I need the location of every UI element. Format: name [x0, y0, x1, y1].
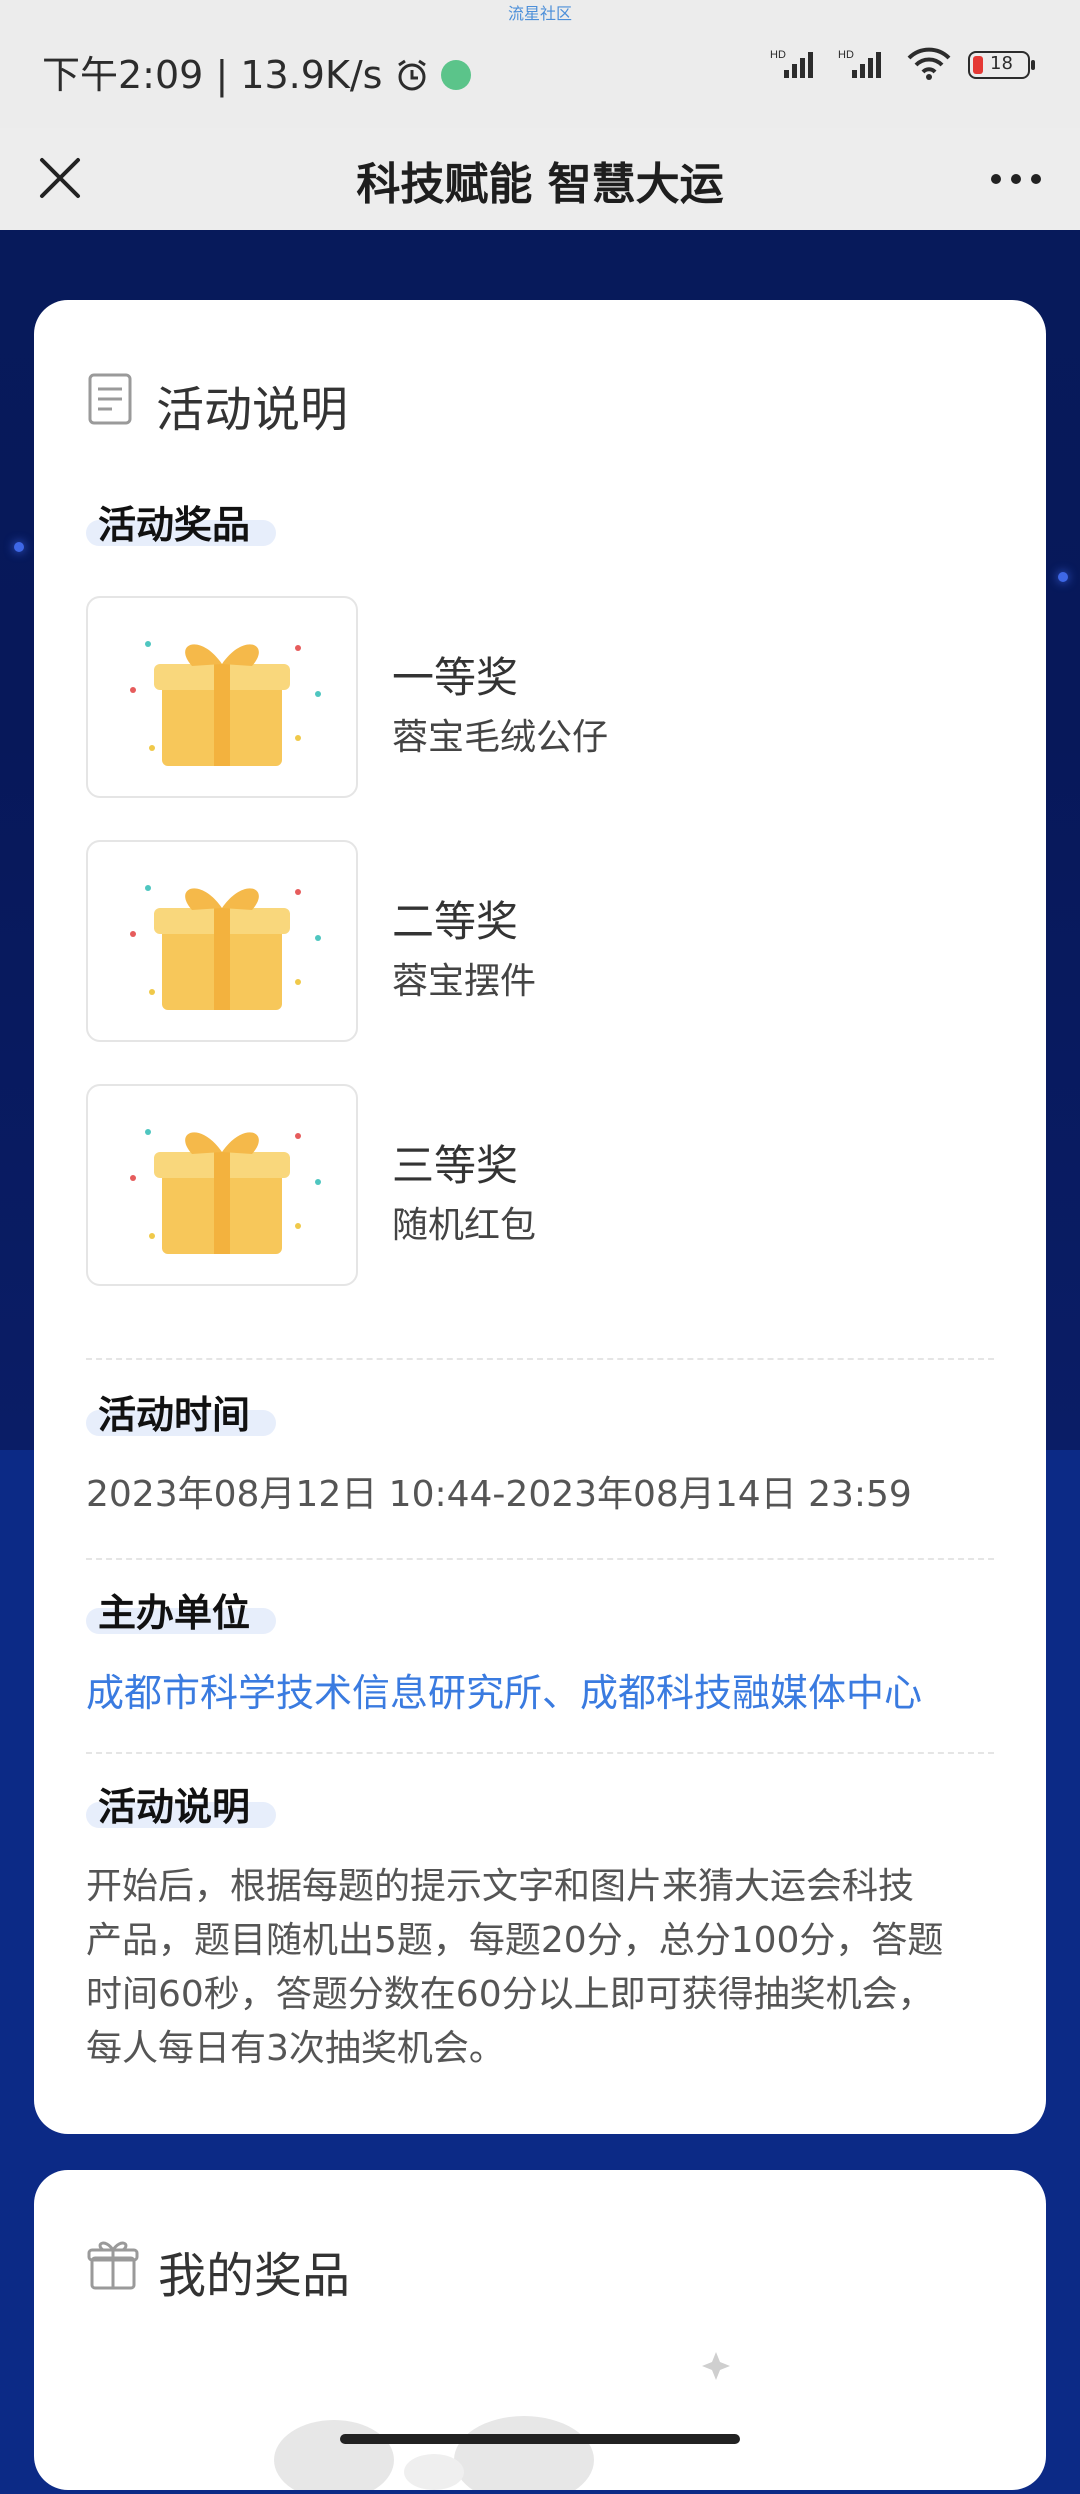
app-notification-icon [440, 60, 471, 90]
signal-icon-1: HD [770, 46, 822, 84]
glow-dot-right [1058, 572, 1068, 582]
prize-desc: 蓉宝毛绒公仔 [392, 717, 609, 758]
my-prizes-title: 我的奖品 [158, 2248, 351, 2304]
prize-item-3: 三等奖 随机红包 [86, 1084, 986, 1286]
description-line: 每人每日有3次抽奖机会。 [86, 2028, 505, 2069]
svg-text:HD: HD [838, 49, 854, 61]
description-line: 开始后，根据每题的提示文字和图片来猜大运会科技 [86, 1866, 915, 1907]
description-header-label: 活动说明 [98, 1785, 251, 1829]
gift-box-icon [130, 1129, 321, 1254]
organizer-text: 成都市科学技术信息研究所、成都科技融媒体中心 [86, 1671, 923, 1715]
glow-dot-left [14, 542, 24, 552]
prize-image [86, 840, 358, 1042]
description-header: 活动说明 [86, 1776, 276, 1829]
svg-text:HD: HD [770, 49, 786, 61]
page-title: 科技赋能 智慧大运 [356, 159, 724, 210]
prize-desc: 蓉宝摆件 [392, 961, 537, 1002]
prize-item-1: 一等奖 蓉宝毛绒公仔 [86, 596, 986, 798]
prize-image [86, 1084, 358, 1286]
description-line: 产品，题目随机出5题，每题20分，总分100分，答题 [86, 1920, 944, 1961]
gift-box-icon [130, 885, 321, 1010]
status-time: 下午2:09 | 13.9K/s [42, 44, 471, 99]
activity-card: 活动说明 活动奖品 一等奖 蓉宝毛绒公仔 二等奖 蓉宝摆件 三等奖 随机红包 活… [34, 300, 1046, 2134]
more-button[interactable] [986, 154, 1046, 204]
divider [86, 1358, 994, 1360]
prize-name: 三等奖 [392, 1141, 519, 1190]
prizes-header-label: 活动奖品 [98, 503, 251, 547]
gift-box-icon [130, 641, 321, 766]
prizes-header: 活动奖品 [86, 494, 276, 547]
alarm-icon [395, 57, 429, 91]
more-icon [991, 174, 1041, 184]
prize-name: 一等奖 [392, 653, 519, 702]
prize-image [86, 596, 358, 798]
my-prizes-header: 我的奖品 [86, 2236, 350, 2306]
time-header-label: 活动时间 [98, 1393, 251, 1437]
home-indicator[interactable] [340, 2434, 740, 2444]
empty-illustration [254, 2370, 814, 2494]
activity-time: 2023年08月12日 10:44-2023年08月14日 23:59 [86, 1474, 912, 1515]
divider [86, 1558, 994, 1560]
document-icon [86, 371, 138, 439]
divider [86, 1752, 994, 1754]
status-top-note: 流星社区 [507, 4, 572, 23]
battery-icon: 18 [968, 50, 1036, 80]
title-bar: 科技赋能 智慧大运 [0, 128, 1080, 230]
battery-level: 18 [990, 53, 1013, 74]
prize-desc: 随机红包 [392, 1205, 537, 1246]
status-icons: HD HD 18 [770, 46, 1036, 84]
status-bar: 流星社区 下午2:09 | 13.9K/s HD HD 18 [0, 0, 1080, 128]
gift-icon [86, 2238, 140, 2304]
description-line: 时间60秒，答题分数在60分以上即可获得抽奖机会， [86, 1974, 934, 2015]
activity-section-title: 活动说明 [156, 382, 349, 438]
signal-icon-2: HD [838, 46, 890, 84]
prize-item-2: 二等奖 蓉宝摆件 [86, 840, 986, 1042]
status-divider: | [215, 53, 241, 97]
clock-text: 下午2:09 [42, 53, 204, 97]
wifi-icon [906, 46, 952, 84]
organizer-header-label: 主办单位 [98, 1591, 251, 1635]
prize-name: 二等奖 [392, 897, 519, 946]
organizer-header: 主办单位 [86, 1582, 276, 1635]
time-header: 活动时间 [86, 1384, 276, 1437]
activity-section-header: 活动说明 [86, 370, 348, 440]
network-speed: 13.9K/s [240, 53, 383, 97]
description-body: 开始后，根据每题的提示文字和图片来猜大运会科技 产品，题目随机出5题，每题20分… [86, 1860, 1006, 2076]
